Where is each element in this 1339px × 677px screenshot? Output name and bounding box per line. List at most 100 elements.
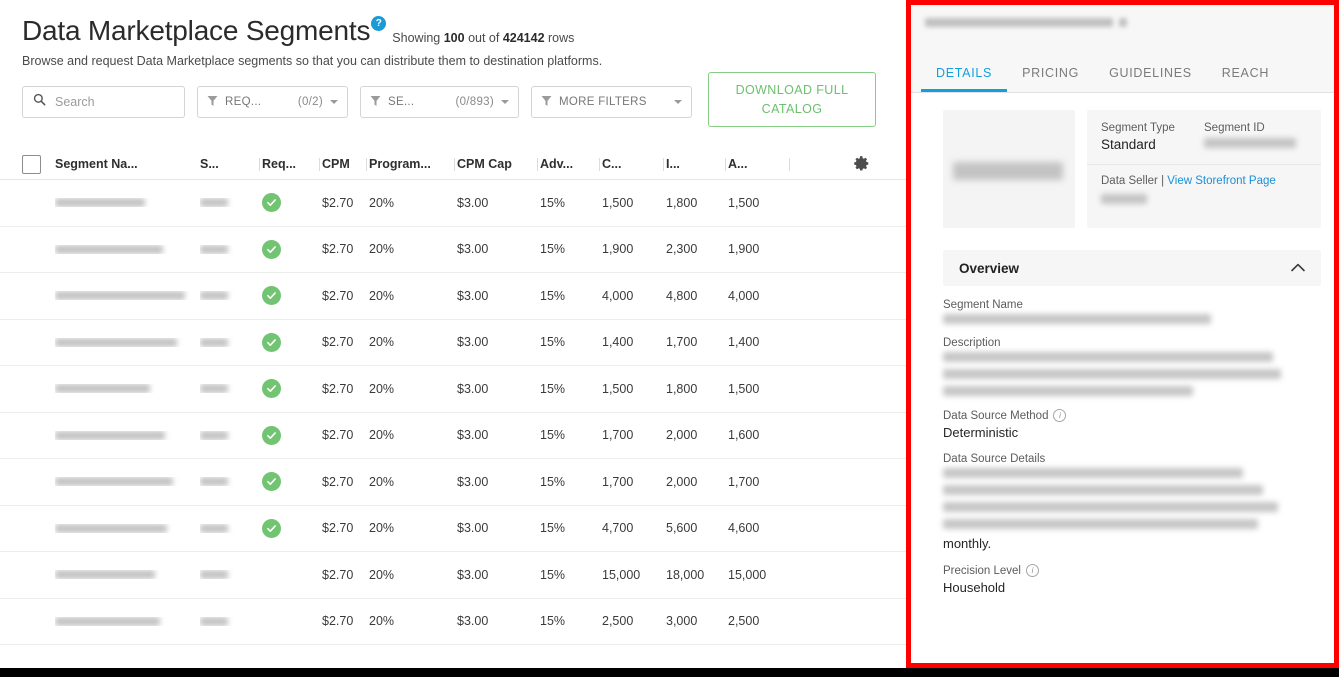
- filter-label: MORE FILTERS: [559, 96, 647, 108]
- data-seller-separator: |: [1161, 175, 1165, 187]
- cell-segment-name[interactable]: [55, 198, 200, 208]
- column-header-seller[interactable]: S...: [200, 157, 262, 171]
- cell-programmatic: 20%: [369, 195, 395, 210]
- tab-reach[interactable]: REACH: [1207, 57, 1284, 92]
- table-row[interactable]: $2.70 20% $3.00 15% 1,500 1,800 1,500: [0, 180, 906, 227]
- tab-details[interactable]: DETAILS: [921, 57, 1008, 92]
- overview-field-label: Data Source Details: [943, 453, 1321, 465]
- cell-segment-name[interactable]: [55, 570, 200, 580]
- table-row[interactable]: $2.70 20% $3.00 15% 1,400 1,700 1,400: [0, 320, 906, 366]
- column-header-adv[interactable]: Adv...: [540, 157, 602, 171]
- cell-cpm-cap: $3.00: [457, 381, 489, 396]
- showing-mid: out of: [464, 31, 503, 45]
- segment-meta-card: Segment Type Standard Segment ID Data Se…: [1087, 110, 1321, 228]
- table-row[interactable]: $2.70 20% $3.00 15% 1,900 2,300 1,900: [0, 227, 906, 273]
- filter-seller[interactable]: SE... (0/893): [360, 86, 519, 118]
- overview-field-value: Household: [943, 580, 1006, 595]
- cell-i: 1,700: [666, 335, 698, 350]
- selected-segment-chip[interactable]: [925, 18, 1127, 27]
- segments-table: Segment Na... S... Req... CPM Program...…: [0, 149, 906, 645]
- column-divider: [599, 158, 600, 171]
- filter-requestable[interactable]: REQ... (0/2): [197, 86, 348, 118]
- cell-i: 1,800: [666, 381, 698, 396]
- column-header-programmatic[interactable]: Program...: [369, 157, 457, 171]
- page-title: Data Marketplace Segments: [22, 15, 371, 46]
- check-circle-icon: [262, 518, 281, 538]
- cell-i: 5,600: [666, 521, 698, 536]
- cell-segment-name[interactable]: [55, 477, 200, 487]
- column-header-segment-name[interactable]: Segment Na...: [55, 157, 200, 171]
- cell-segment-name[interactable]: [55, 523, 200, 533]
- cell-segment-name[interactable]: [55, 244, 200, 254]
- cell-cpm-cap: $3.00: [457, 614, 489, 629]
- overview-field-redacted-line: [943, 352, 1273, 362]
- search-input[interactable]: [53, 94, 174, 110]
- funnel-icon: [541, 95, 552, 110]
- funnel-icon: [370, 95, 381, 110]
- cell-c: 15,000: [602, 567, 641, 582]
- overview-fields: Segment Name Description Data Source Metho…: [943, 286, 1321, 595]
- overview-field: Description: [943, 337, 1321, 396]
- tab-pricing[interactable]: PRICING: [1007, 57, 1094, 92]
- cell-requestable: [262, 472, 322, 492]
- table-row[interactable]: $2.70 20% $3.00 15% 15,000 18,000 15,000: [0, 552, 906, 599]
- overview-field-label: Segment Name: [943, 299, 1321, 311]
- column-header-c[interactable]: C...: [602, 157, 666, 171]
- cell-segment-name[interactable]: [55, 337, 200, 347]
- overview-field-redacted-line: [943, 502, 1278, 512]
- filter-label: SE...: [388, 96, 415, 108]
- cell-cpm-cap: $3.00: [457, 567, 489, 582]
- column-header-i[interactable]: I...: [666, 157, 728, 171]
- overview-field-label: Description: [943, 337, 1321, 349]
- table-row[interactable]: $2.70 20% $3.00 15% 1,700 2,000 1,600: [0, 413, 906, 459]
- column-header-a[interactable]: A...: [728, 157, 792, 171]
- segment-id-group: Segment ID: [1204, 122, 1307, 152]
- column-header-cpm[interactable]: CPM: [322, 157, 369, 171]
- table-row[interactable]: $2.70 20% $3.00 15% 1,500 1,800 1,500: [0, 366, 906, 413]
- cell-seller-redacted: [200, 384, 228, 394]
- cell-cpm: $2.70: [322, 335, 354, 350]
- cell-cpm: $2.70: [322, 195, 354, 210]
- cell-adv: 15%: [540, 335, 566, 350]
- tab-guidelines[interactable]: GUIDELINES: [1094, 57, 1207, 92]
- check-circle-icon: [262, 332, 281, 352]
- info-icon[interactable]: i: [1025, 564, 1039, 577]
- cell-segment-name[interactable]: [55, 291, 200, 301]
- filter-more-filters[interactable]: MORE FILTERS: [531, 86, 692, 118]
- gear-icon[interactable]: [853, 155, 870, 175]
- cell-segment-name[interactable]: [55, 430, 200, 440]
- column-header-cpm-cap[interactable]: CPM Cap: [457, 157, 540, 171]
- cell-seller: [200, 337, 262, 347]
- close-icon[interactable]: [1119, 18, 1127, 27]
- cell-cpm: $2.70: [322, 521, 354, 536]
- column-header-requestable[interactable]: Req...: [262, 157, 322, 171]
- segment-meta-top: Segment Type Standard Segment ID: [1087, 110, 1321, 165]
- cell-requestable: [262, 286, 322, 306]
- view-storefront-page-link[interactable]: View Storefront Page: [1167, 175, 1275, 187]
- cell-c: 1,400: [602, 335, 634, 350]
- cell-cpm: $2.70: [322, 614, 354, 629]
- cell-a: 4,600: [728, 521, 760, 536]
- table-row[interactable]: $2.70 20% $3.00 15% 4,000 4,800 4,000: [0, 273, 906, 320]
- cell-adv: 15%: [540, 567, 566, 582]
- table-row[interactable]: $2.70 20% $3.00 15% 1,700 2,000 1,700: [0, 459, 906, 506]
- chevron-down-icon: [674, 100, 682, 104]
- check-circle-icon: [262, 193, 281, 213]
- cell-segment-name[interactable]: [55, 616, 200, 626]
- cell-seller: [200, 570, 262, 580]
- toolbar: REQ... (0/2) SE... (0/893) MORE FILTERS: [0, 68, 906, 127]
- overview-field: Precision Level i Household: [943, 564, 1321, 595]
- table-row[interactable]: $2.70 20% $3.00 15% 4,700 5,600 4,600: [0, 506, 906, 552]
- search-input-wrapper[interactable]: [22, 86, 185, 118]
- table-row[interactable]: $2.70 20% $3.00 15% 2,500 3,000 2,500: [0, 599, 906, 645]
- column-header-cpm-label: CPM: [322, 157, 350, 171]
- column-header-cpm-cap-label: CPM Cap: [457, 157, 512, 171]
- overview-field-redacted-line: [943, 314, 1211, 324]
- overview-section-toggle[interactable]: Overview: [943, 250, 1321, 286]
- select-all-cell: [22, 154, 55, 174]
- help-icon[interactable]: ?: [371, 16, 387, 31]
- select-all-checkbox[interactable]: [22, 154, 41, 174]
- info-icon[interactable]: i: [1053, 409, 1067, 422]
- download-full-catalog-button[interactable]: DOWNLOAD FULL CATALOG: [708, 72, 876, 127]
- cell-segment-name[interactable]: [55, 384, 200, 394]
